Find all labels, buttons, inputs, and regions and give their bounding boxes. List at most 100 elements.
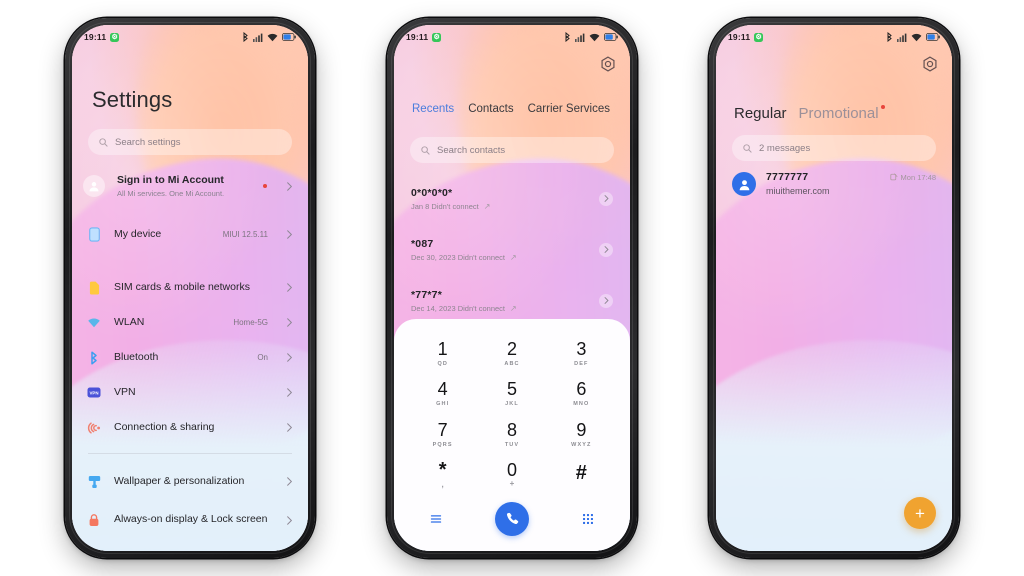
promotional-notification-dot	[880, 105, 885, 109]
search-messages-input[interactable]: 2 messages	[732, 135, 936, 161]
sidebar-item-label: Connection & sharing	[114, 420, 215, 433]
key-letters: DEF	[574, 360, 589, 367]
chevron-right-icon	[604, 246, 609, 253]
dialpad-key-1[interactable]: 1 QD	[437, 340, 447, 368]
dialpad-key-5[interactable]: 5 JKL	[505, 380, 519, 408]
status-bar-left: 19:11 ⚙	[84, 32, 120, 42]
bluetooth-icon	[565, 32, 570, 42]
phone-call-icon	[506, 512, 519, 525]
call-details-button[interactable]	[599, 242, 613, 257]
sidebar-item-always-on-lock[interactable]: Always-on display & Lock screen	[86, 499, 294, 541]
call-log-row[interactable]: 0*0*0*0* Jan 8 Didn't connect ↗	[411, 173, 613, 224]
sidebar-item-value: MIUI 12.5.11	[222, 230, 268, 239]
call-meta-text: Dec 14, 2023 Didn't connect	[411, 303, 505, 313]
chevron-right-icon	[287, 181, 293, 191]
connection-text: Connection & sharing	[114, 421, 273, 434]
tab-regular[interactable]: Regular	[734, 105, 787, 122]
signal-icon	[897, 33, 907, 42]
vpn-icon: VPN	[86, 385, 102, 401]
tab-contacts[interactable]: Contacts	[468, 103, 513, 115]
sidebar-item-label: VPN	[114, 385, 136, 398]
bluetooth-text: Bluetooth	[114, 351, 245, 364]
dialpad-key-9[interactable]: 9 WXYZ	[571, 421, 591, 449]
key-digit: 9	[576, 419, 587, 440]
sidebar-item-wlan[interactable]: WLAN Home-5G	[86, 305, 294, 340]
gear-icon[interactable]	[922, 56, 938, 72]
chevron-right-icon	[287, 318, 293, 327]
call-details-button[interactable]	[599, 191, 613, 206]
notification-dot	[263, 184, 267, 188]
keypad-icon[interactable]	[582, 513, 594, 525]
messages-tabs: Regular Promotional	[734, 105, 885, 122]
sidebar-item-sim-cards[interactable]: SIM cards & mobile networks	[86, 270, 294, 305]
gear-icon[interactable]	[600, 56, 616, 72]
call-meta-text: Jan 8 Didn't connect	[411, 201, 479, 211]
sidebar-item-wallpaper[interactable]: Wallpaper & personalization	[86, 464, 294, 499]
phone-messages: 19:11 ⚙ Regular Promotional 2 messages 7…	[709, 18, 959, 558]
dialpad-key-7[interactable]: 7 PQRS	[433, 421, 453, 449]
status-time: 19:11	[406, 32, 429, 42]
key-digit: #	[575, 461, 587, 484]
connection-sharing-icon	[86, 420, 102, 436]
tab-recents[interactable]: Recents	[412, 103, 454, 115]
wifi-icon	[589, 33, 600, 41]
phone-settings: 19:11 ⚙ Settings Search settings Sign in…	[65, 18, 315, 558]
menu-list-icon[interactable]	[430, 513, 442, 525]
dialpad-panel: 1 QD 2 ABC 3 DEF 4 GHI 5 JKL 6 MNO 7 PQRS 8 TUV …	[394, 319, 630, 551]
dialpad-key-4[interactable]: 4 GHI	[436, 380, 449, 408]
sim-card-icon	[86, 280, 102, 296]
search-settings-input[interactable]: Search settings	[88, 129, 292, 155]
call-details-button[interactable]	[599, 293, 613, 308]
search-icon	[421, 145, 430, 155]
new-message-fab[interactable]: +	[904, 497, 936, 529]
signal-icon	[575, 33, 585, 42]
status-bar-right	[564, 32, 618, 42]
chevron-right-icon	[287, 283, 293, 292]
sidebar-item-label: SIM cards & mobile networks	[114, 280, 250, 293]
key-digit: 1	[437, 338, 448, 359]
lock-text: Always-on display & Lock screen	[114, 513, 273, 526]
dialpad-key-star[interactable]: *,	[439, 460, 447, 489]
sidebar-item-bluetooth[interactable]: Bluetooth On	[86, 340, 294, 375]
tab-promotional[interactable]: Promotional	[799, 105, 879, 122]
person-avatar-icon	[732, 172, 756, 196]
dialer-tabs: Recents Contacts Carrier Services	[412, 103, 610, 115]
key-letters: WXYZ	[571, 441, 592, 448]
dialpad-key-0[interactable]: 0 +	[507, 461, 517, 488]
call-row-text: 0*0*0*0* Jan 8 Didn't connect ↗	[411, 187, 599, 211]
recent-calls-list: 0*0*0*0* Jan 8 Didn't connect ↗ *087 Dec…	[394, 173, 630, 326]
key-letters: GHI	[436, 401, 450, 407]
search-icon	[743, 143, 752, 153]
wallpaper-icon	[86, 474, 102, 490]
dialpad-key-8[interactable]: 8 TUV	[505, 421, 519, 449]
key-letters: TUV	[504, 441, 520, 448]
dialpad-bottom-bar	[408, 495, 616, 551]
key-letters: ABC	[504, 360, 520, 367]
battery-icon	[926, 33, 940, 41]
battery-icon	[282, 33, 296, 41]
call-button[interactable]	[495, 502, 529, 536]
sidebar-item-connection-sharing[interactable]: Connection & sharing	[86, 410, 294, 445]
sidebar-item-vpn[interactable]: VPN VPN	[86, 375, 294, 410]
key-letters: +	[509, 479, 515, 489]
dialpad-key-hash[interactable]: #	[576, 463, 587, 487]
dialpad-key-6[interactable]: 6 MNO	[573, 380, 589, 408]
message-row-header: 7777777 Mon 17:48	[766, 171, 936, 183]
call-number: *087	[411, 237, 434, 250]
tab-carrier-services[interactable]: Carrier Services	[528, 103, 610, 115]
status-bar-left: 19:11 ⚙	[728, 32, 764, 42]
sidebar-item-my-device[interactable]: My device MIUI 12.5.11	[86, 217, 294, 252]
call-log-row[interactable]: *087 Dec 30, 2023 Didn't connect ↗	[411, 224, 613, 275]
outgoing-call-icon: ↗	[483, 201, 491, 211]
dialpad-key-3[interactable]: 3 DEF	[574, 340, 588, 368]
message-sender: 7777777	[766, 171, 809, 183]
phone1-screen: 19:11 ⚙ Settings Search settings Sign in…	[72, 25, 308, 551]
sidebar-item-mi-account[interactable]: Sign in to Mi Account All Mi services. O…	[83, 165, 294, 207]
search-icon	[99, 137, 108, 147]
chevron-right-icon	[287, 388, 293, 397]
dialpad-key-2[interactable]: 2 ABC	[504, 340, 519, 368]
message-row[interactable]: 7777777 Mon 17:48 miuithemer.com	[732, 171, 936, 196]
search-messages-placeholder: 2 messages	[759, 142, 811, 154]
key-letters: PQRS	[432, 441, 453, 448]
search-contacts-input[interactable]: Search contacts	[410, 137, 614, 163]
